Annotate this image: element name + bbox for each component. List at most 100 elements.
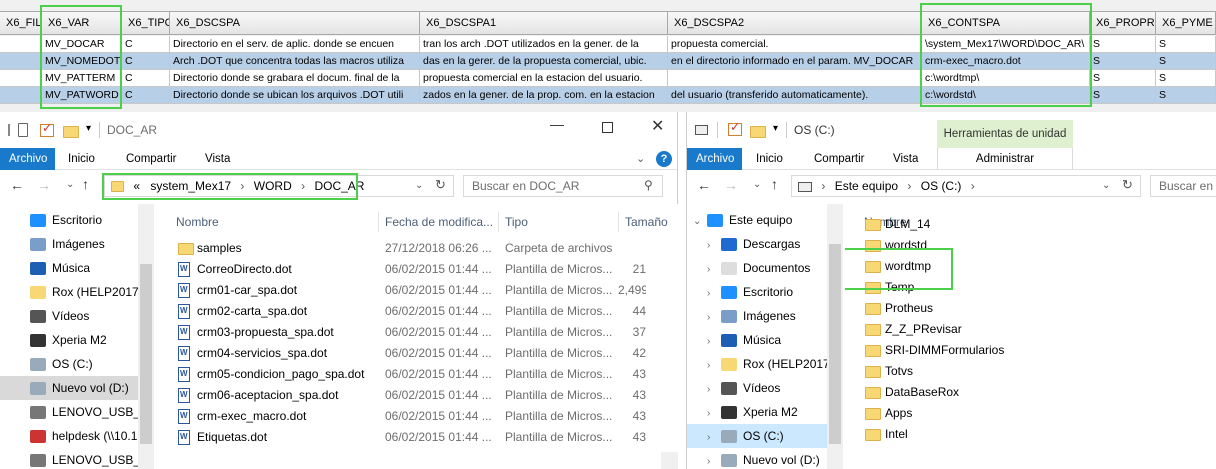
nav-item[interactable]: Nuevo vol (D:) [0, 376, 138, 400]
up-arrow-icon[interactable]: ↑ [771, 176, 778, 192]
nav-item[interactable]: › Música [687, 328, 827, 352]
grid-cell-fil[interactable] [0, 36, 42, 53]
col-header-fil[interactable]: X6_FIL [0, 11, 42, 35]
nav-item[interactable]: › Descargas [687, 232, 827, 256]
folder-row[interactable]: DataBaseRox [845, 382, 1216, 403]
col-size[interactable]: Tamaño [625, 212, 668, 232]
nav-scrollbar[interactable] [827, 204, 843, 469]
nav-item[interactable]: LENOVO_USB_HD [0, 448, 138, 469]
file-row[interactable]: crm05-condicion_pago_spa.dot 06/02/2015 0… [156, 364, 678, 385]
new-folder-icon[interactable] [750, 125, 766, 138]
grid-cell-dscspa2[interactable]: del usuario (transferido automaticamente… [668, 87, 922, 104]
folder-row[interactable]: SRI-DIMMFormularios [845, 340, 1216, 361]
collapse-chevron-icon[interactable]: › [707, 330, 721, 354]
file-row[interactable]: Etiquetas.dot 06/02/2015 01:44 ... Plantil… [156, 427, 678, 448]
grid-cell-tipo[interactable]: C [122, 36, 170, 53]
back-arrow-icon[interactable]: ← [697, 177, 711, 193]
properties-icon[interactable] [18, 123, 28, 137]
nav-item[interactable]: › Imágenes [687, 304, 827, 328]
nav-scroll-thumb[interactable] [140, 264, 152, 444]
expand-chevron-icon[interactable]: ⌄ [693, 210, 707, 234]
nav-item[interactable]: › Nuevo vol (D:) [687, 448, 827, 469]
collapse-chevron-icon[interactable]: › [707, 426, 721, 450]
grid-cell-pyme[interactable]: S [1156, 87, 1216, 104]
nav-item[interactable]: Rox (HELP2017D [0, 280, 138, 304]
grid-cell-tipo[interactable]: C [122, 70, 170, 87]
folder-row[interactable]: Apps [845, 403, 1216, 424]
collapse-chevron-icon[interactable]: › [707, 354, 721, 378]
customize-dropdown-icon[interactable]: ▾ [773, 123, 778, 134]
file-row[interactable]: crm02-carta_spa.dot 06/02/2015 01:44 ... P… [156, 301, 678, 322]
address-bar[interactable]: › Este equipo › OS (C:) › ⌄ ↻ [791, 175, 1141, 197]
tab-vista[interactable]: Vista [884, 148, 927, 170]
nav-item[interactable]: › Rox (HELP2017D [687, 352, 827, 376]
recent-dropdown-icon[interactable]: ⌄ [753, 179, 761, 190]
nav-item[interactable]: Imágenes [0, 232, 138, 256]
folder-row[interactable]: Z_Z_PRevisar [845, 319, 1216, 340]
checkbox-properties-icon[interactable]: ✓ [728, 120, 742, 136]
search-input[interactable]: Buscar en C [1150, 175, 1216, 197]
address-dropdown-icon[interactable]: ⌄ [1102, 176, 1110, 196]
grid-cell-dscspa2[interactable] [668, 70, 922, 87]
grid-cell-propri[interactable]: S [1090, 87, 1156, 104]
search-icon[interactable]: ⚲ [644, 178, 653, 192]
grid-cell-tipo[interactable]: C [122, 53, 170, 70]
folder-row[interactable]: DLM_14 [845, 214, 1216, 235]
up-arrow-icon[interactable]: ↑ [82, 176, 89, 192]
grid-cell-dscspa1[interactable]: propuesta comercial en la estacion del u… [420, 70, 668, 87]
nav-item[interactable]: Xperia M2 [0, 328, 138, 352]
tab-vista[interactable]: Vista [196, 148, 239, 170]
folder-row[interactable]: Protheus [845, 298, 1216, 319]
file-row[interactable]: crm01-car_spa.dot 06/02/2015 01:44 ... Pla… [156, 280, 678, 301]
address-dropdown-icon[interactable]: ⌄ [415, 176, 423, 196]
grid-cell-pyme[interactable]: S [1156, 53, 1216, 70]
tab-archivo[interactable]: Archivo [0, 148, 55, 170]
nav-item[interactable]: helpdesk (\\10.1 [0, 424, 138, 448]
nav-item[interactable]: Escritorio [0, 208, 138, 232]
grid-cell-propri[interactable]: S [1090, 53, 1156, 70]
search-input[interactable]: Buscar en DOC_AR [463, 175, 663, 197]
col-date[interactable]: Fecha de modifica... [385, 212, 493, 232]
recent-dropdown-icon[interactable]: ⌄ [66, 179, 74, 190]
file-row[interactable]: crm06-aceptacion_spa.dot 06/02/2015 01:44… [156, 385, 678, 406]
close-button[interactable]: ✕ [651, 116, 664, 136]
breadcrumb-os-c[interactable]: OS (C:) [921, 179, 962, 193]
refresh-icon[interactable]: ↻ [435, 176, 446, 195]
grid-cell-tipo[interactable]: C [122, 87, 170, 104]
grid-cell-propri[interactable]: S [1090, 70, 1156, 87]
tab-compartir[interactable]: Compartir [805, 148, 873, 170]
grid-cell-dscspa2[interactable]: propuesta comercial. [668, 36, 922, 53]
grid-cell-dscspa1[interactable]: tran los arch .DOT utilizados en la gene… [420, 36, 668, 53]
nav-item[interactable]: › Xperia M2 [687, 400, 827, 424]
nav-scroll-thumb[interactable] [829, 244, 841, 444]
grid-cell-dscspa1[interactable]: zados en la gener. de la prop. com. en l… [420, 87, 668, 104]
new-folder-icon[interactable] [63, 125, 79, 138]
tab-inicio[interactable]: Inicio [59, 148, 104, 170]
grid-cell-dscspa2[interactable]: en el directorio informado en el param. … [668, 53, 922, 70]
col-header-pyme[interactable]: X6_PYME [1156, 11, 1216, 35]
file-scrollbar[interactable] [661, 452, 678, 469]
col-header-dscspa[interactable]: X6_DSCSPA [170, 11, 420, 35]
collapse-chevron-icon[interactable]: › [707, 402, 721, 426]
folder-row[interactable]: Intel [845, 424, 1216, 445]
grid-cell-fil[interactable] [0, 53, 42, 70]
file-row[interactable]: samples 27/12/2018 06:26 ... Carpeta de ar… [156, 238, 678, 259]
help-icon[interactable]: ? [656, 151, 672, 167]
grid-cell-propri[interactable]: S [1090, 36, 1156, 53]
folder-row[interactable]: Totvs [845, 361, 1216, 382]
collapse-chevron-icon[interactable]: › [707, 258, 721, 282]
col-header-dscspa1[interactable]: X6_DSCSPA1 [420, 11, 668, 35]
breadcrumb-este-equipo[interactable]: Este equipo [835, 179, 898, 193]
collapse-chevron-icon[interactable]: › [707, 378, 721, 402]
file-row[interactable]: crm-exec_macro.dot 06/02/2015 01:44 ... Pl… [156, 406, 678, 427]
nav-scrollbar[interactable] [138, 204, 154, 469]
collapse-chevron-icon[interactable]: › [707, 282, 721, 306]
expand-ribbon-icon[interactable]: ⌄ [636, 152, 645, 165]
file-row[interactable]: crm04-servicios_spa.dot 06/02/2015 01:44 … [156, 343, 678, 364]
grid-cell-pyme[interactable]: S [1156, 36, 1216, 53]
col-type[interactable]: Tipo [505, 212, 528, 232]
forward-arrow-icon[interactable]: → [724, 177, 738, 193]
collapse-chevron-icon[interactable]: › [707, 450, 721, 469]
customize-dropdown-icon[interactable]: ▾ [86, 123, 91, 134]
file-row[interactable]: crm03-propuesta_spa.dot 06/02/2015 01:44 … [156, 322, 678, 343]
